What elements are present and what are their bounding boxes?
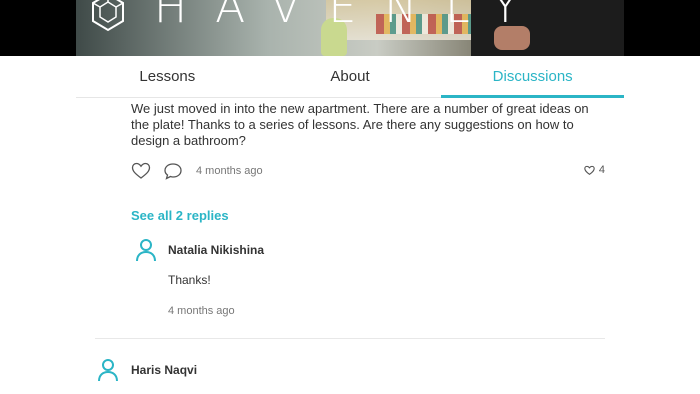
reply-timestamp: 4 months ago [168,305,235,317]
comment-timestamp: 4 months ago [196,165,263,177]
tab-discussions[interactable]: Discussions [441,56,624,98]
user-avatar-icon[interactable] [97,358,119,382]
user-avatar-icon[interactable] [135,238,157,262]
see-all-replies-link[interactable]: See all 2 replies [131,208,229,223]
comment-actions: 4 months ago 4 [131,161,605,183]
heart-icon[interactable] [131,161,151,181]
small-heart-icon [584,165,595,175]
brand-wordmark: HAVENLY [154,0,547,33]
reply-author[interactable]: Natalia Nikishina [168,243,264,257]
havenly-logo-icon [92,0,124,32]
tab-bar: Lessons About Discussions [76,56,624,98]
reply-text: Thanks! [168,273,211,287]
comment-author[interactable]: Haris Naqvi [131,363,197,377]
tab-about[interactable]: About [259,56,442,97]
hero-video[interactable]: HAVENLY [0,0,700,56]
comment-bubble-icon[interactable] [163,161,183,181]
divider [95,338,605,339]
like-count-value: 4 [598,164,605,176]
like-count: 4 [584,164,605,176]
tab-lessons[interactable]: Lessons [76,56,259,97]
comment-text: We just moved in into the new apartment.… [131,101,589,148]
